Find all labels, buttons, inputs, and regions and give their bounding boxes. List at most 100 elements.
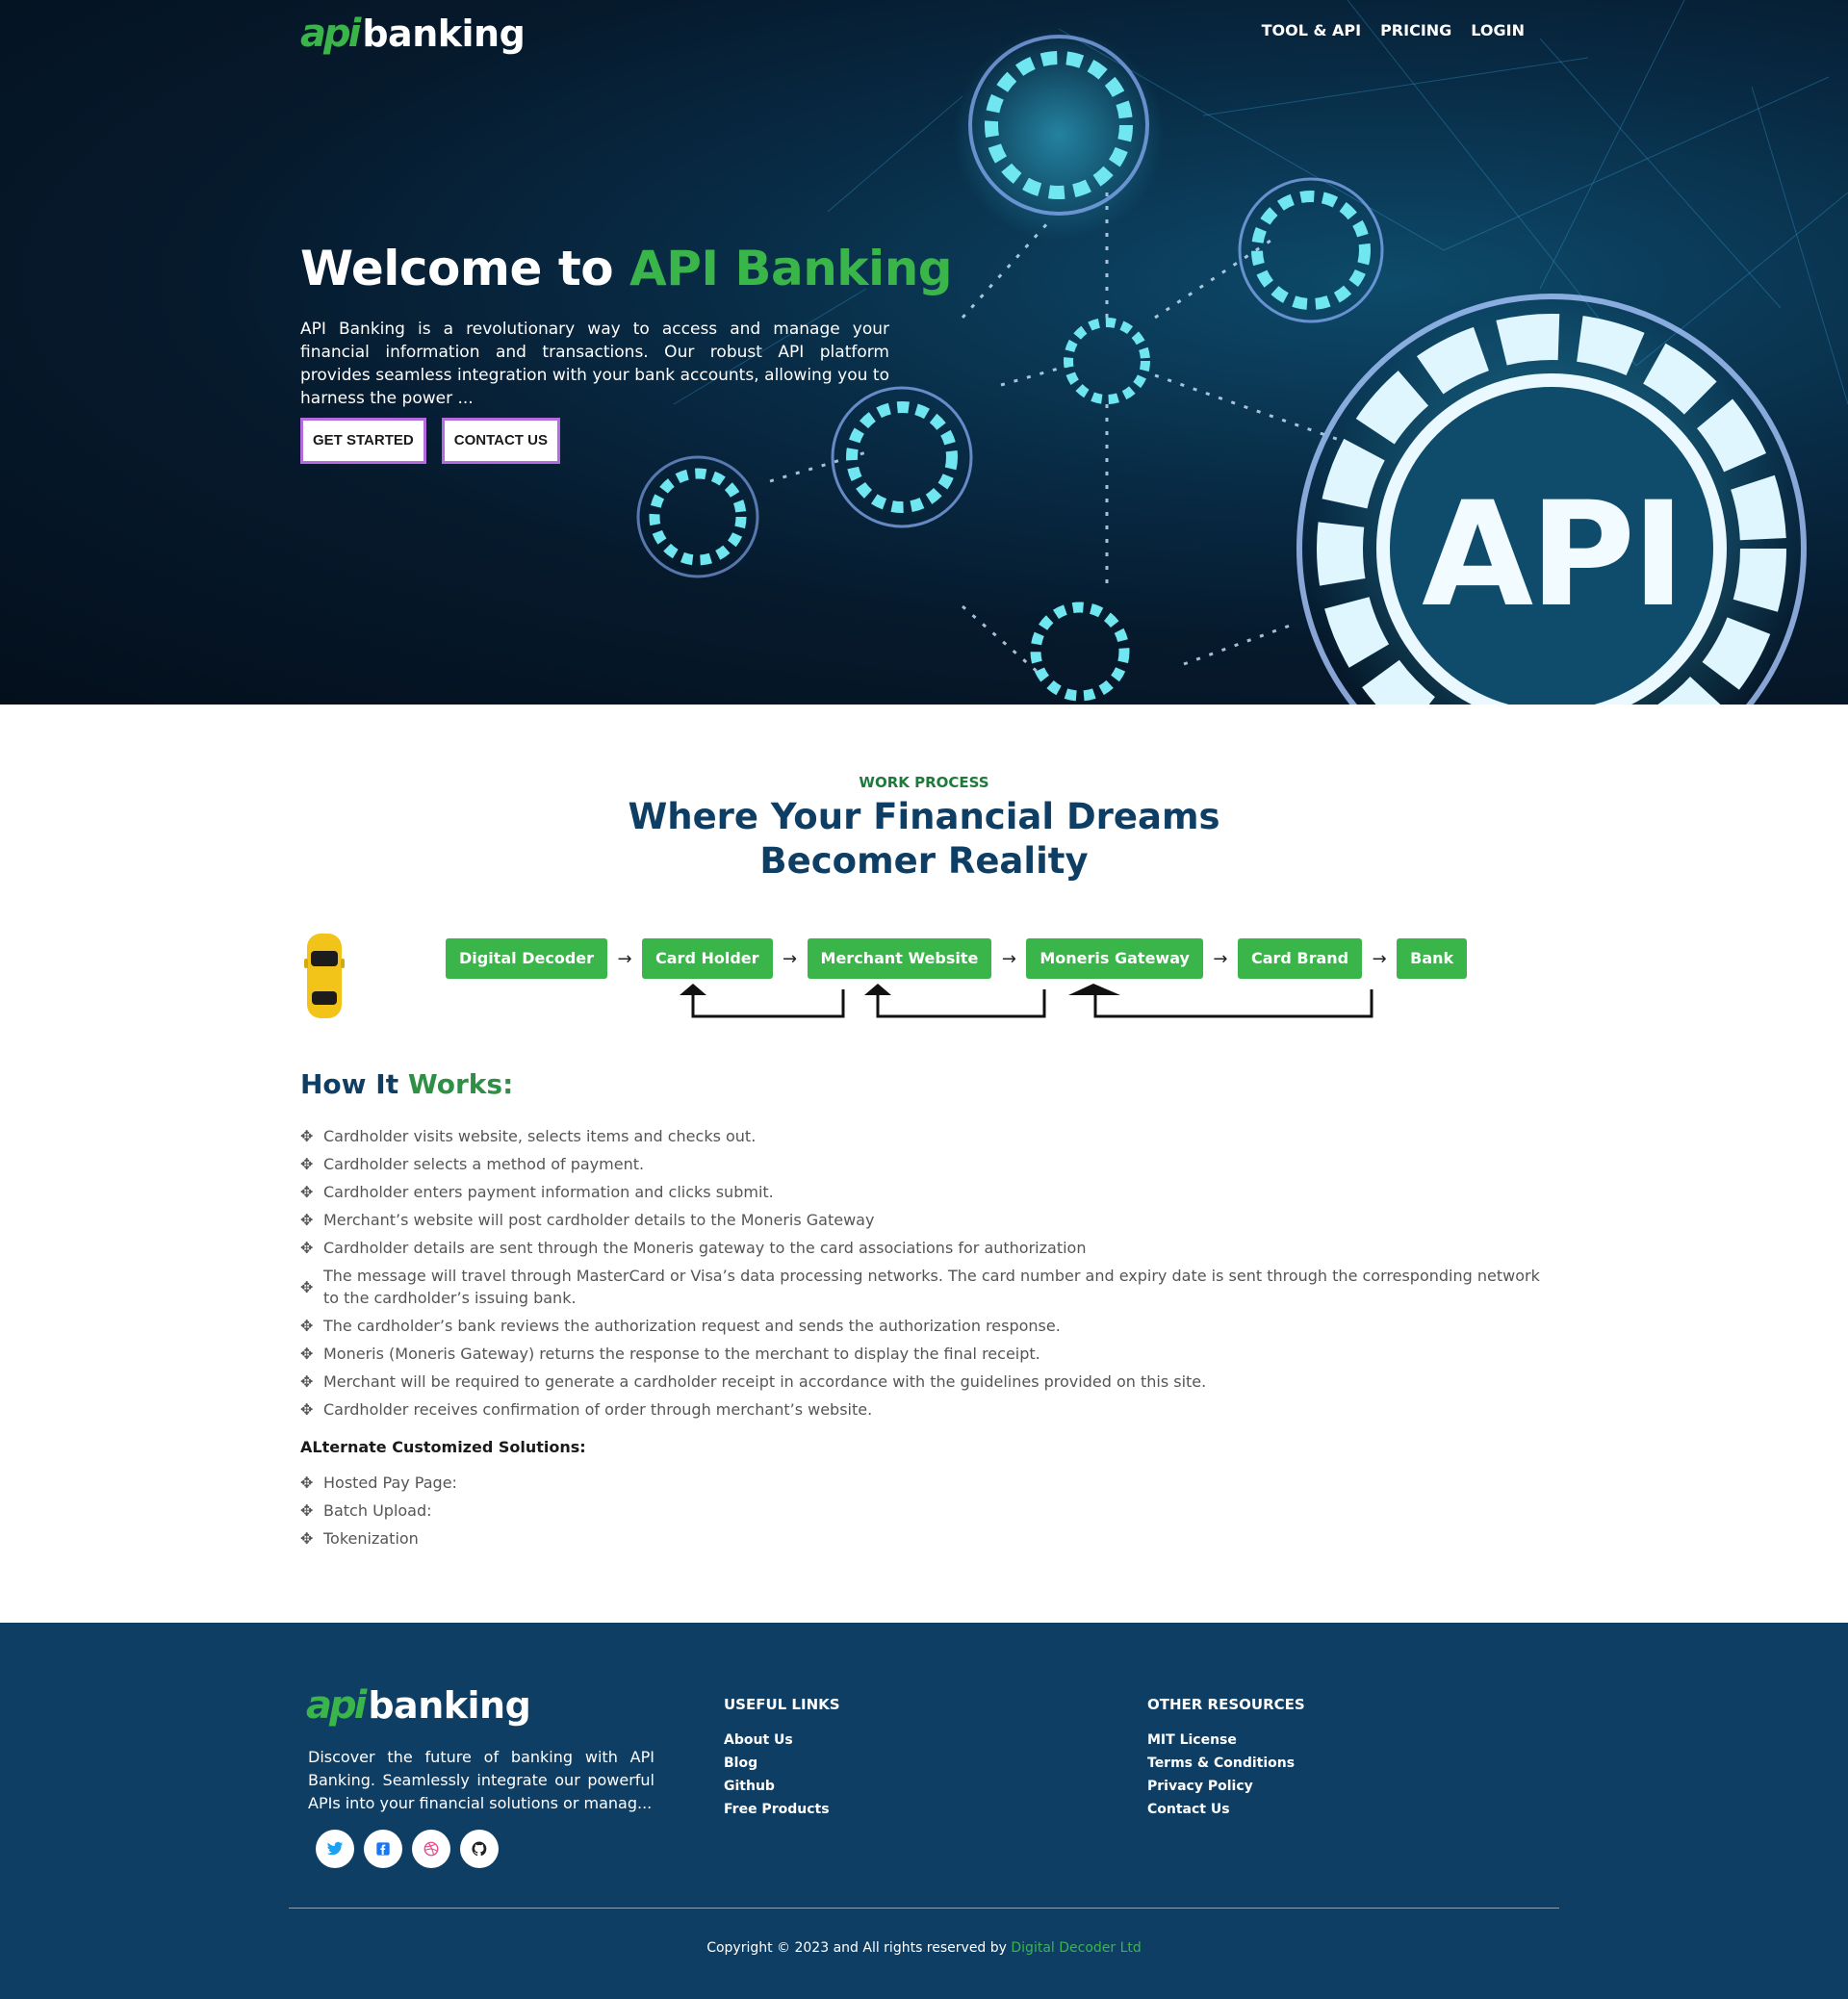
- move-arrows-icon: ✥: [300, 1372, 314, 1391]
- list-item: ✥ Batch Upload:: [300, 1499, 457, 1522]
- twitter-icon: [326, 1841, 344, 1856]
- alternate-solutions-title: ALternate Customized Solutions:: [300, 1438, 586, 1456]
- footer-divider: [289, 1908, 1559, 1909]
- list-item-text: Merchant will be required to generate a …: [323, 1372, 1207, 1391]
- social-links: [316, 1830, 499, 1868]
- list-item: ✥ Cardholder enters payment information a…: [300, 1181, 1542, 1203]
- section-title-line2: Becomer Reality: [759, 840, 1089, 882]
- move-arrows-icon: ✥: [300, 1183, 314, 1201]
- nav-tool-api[interactable]: TOOL & API: [1262, 21, 1361, 39]
- move-arrows-icon: ✥: [300, 1400, 314, 1419]
- flow-step-card-brand: Card Brand: [1237, 938, 1363, 979]
- hero-section: API api banking TOOL & API PRICING LOGIN…: [0, 0, 1848, 705]
- footer-link-terms[interactable]: Terms & Conditions: [1147, 1756, 1305, 1772]
- flow-arrow: →: [782, 948, 798, 969]
- move-arrows-icon: ✥: [300, 1501, 314, 1520]
- facebook-icon: [376, 1842, 390, 1856]
- list-item-text: The cardholder’s bank reviews the author…: [323, 1317, 1061, 1335]
- contact-us-button[interactable]: CONTACT US: [441, 418, 560, 464]
- process-flow: Digital Decoder → Card Holder → Merchant…: [446, 938, 1468, 979]
- copyright-text: Copyright © 2023 and All rights reserved…: [706, 1940, 1012, 1956]
- move-arrows-icon: ✥: [300, 1239, 314, 1257]
- facebook-link[interactable]: [364, 1830, 402, 1868]
- list-item: ✥ The cardholder’s bank reviews the autho…: [300, 1315, 1542, 1337]
- footer-link-contact-us[interactable]: Contact Us: [1147, 1802, 1305, 1818]
- hero-title-accent: API Banking: [629, 241, 953, 296]
- move-arrows-icon: ✥: [300, 1474, 314, 1492]
- section-title-line1: Where Your Financial Dreams: [628, 796, 1220, 837]
- dribbble-icon: [424, 1841, 439, 1857]
- flow-step-digital-decoder: Digital Decoder: [446, 938, 608, 979]
- list-item-text: Merchant’s website will post cardholder …: [323, 1211, 875, 1229]
- flow-step-moneris-gateway: Moneris Gateway: [1026, 938, 1203, 979]
- list-item: ✥ Hosted Pay Page:: [300, 1472, 457, 1494]
- list-item-text: Hosted Pay Page:: [323, 1474, 457, 1492]
- copyright-link[interactable]: Digital Decoder Ltd: [1011, 1940, 1141, 1956]
- github-link[interactable]: [460, 1830, 499, 1868]
- list-item: ✥ Cardholder visits website, selects item…: [300, 1125, 1542, 1147]
- logo-word: banking: [362, 13, 526, 55]
- list-item-text: Cardholder receives confirmation of orde…: [323, 1400, 873, 1419]
- list-item: ✥ Merchant will be required to generate a…: [300, 1371, 1542, 1393]
- move-arrows-icon: ✥: [300, 1277, 314, 1296]
- move-arrows-icon: ✥: [300, 1127, 314, 1145]
- move-arrows-icon: ✥: [300, 1155, 314, 1173]
- section-title: Where Your Financial Dreams Becomer Real…: [0, 795, 1848, 884]
- flow-step-bank: Bank: [1397, 938, 1468, 979]
- flow-arrow: →: [1001, 948, 1016, 969]
- flow-step-card-holder: Card Holder: [642, 938, 773, 979]
- section-eyebrow: WORK PROCESS: [859, 774, 989, 791]
- list-item-text: Tokenization: [323, 1529, 419, 1548]
- hero-network-illustration: API: [636, 0, 1848, 705]
- footer-link-blog[interactable]: Blog: [724, 1756, 840, 1772]
- list-item-text: Cardholder selects a method of payment.: [323, 1155, 645, 1173]
- list-item-text: Cardholder visits website, selects items…: [323, 1127, 757, 1145]
- move-arrows-icon: ✥: [300, 1211, 314, 1229]
- logo-mark: api: [306, 1683, 367, 1728]
- alternate-solutions-list: ✥ Hosted Pay Page: ✥ Batch Upload: ✥ Tokeni…: [300, 1472, 457, 1555]
- flow-arrow: →: [1213, 948, 1228, 969]
- flow-arrow: →: [617, 948, 632, 969]
- move-arrows-icon: ✥: [300, 1529, 314, 1548]
- other-resources-title: OTHER RESOURCES: [1147, 1696, 1305, 1713]
- list-item-text: Batch Upload:: [323, 1501, 432, 1520]
- footer-link-free-products[interactable]: Free Products: [724, 1802, 840, 1818]
- header-logo[interactable]: api banking: [300, 12, 526, 56]
- list-item: ✥ Cardholder selects a method of payment.: [300, 1153, 1542, 1175]
- how-it-works-title: How It Works:: [300, 1068, 513, 1100]
- twitter-link[interactable]: [316, 1830, 354, 1868]
- hero-buttons: GET STARTED CONTACT US: [300, 418, 560, 464]
- list-item-text: Cardholder enters payment information an…: [323, 1183, 774, 1201]
- logo-word: banking: [368, 1684, 531, 1727]
- github-icon: [472, 1841, 487, 1857]
- list-item: ✥ Cardholder details are sent through the…: [300, 1237, 1542, 1259]
- footer-logo[interactable]: api banking: [306, 1683, 531, 1728]
- footer-link-mit-license[interactable]: MIT License: [1147, 1732, 1305, 1749]
- nav-pricing[interactable]: PRICING: [1380, 21, 1451, 39]
- footer-about: Discover the future of banking with API …: [308, 1748, 654, 1812]
- main-nav: TOOL & API PRICING LOGIN: [1262, 21, 1525, 39]
- useful-links-title: USEFUL LINKS: [724, 1696, 840, 1713]
- how-title-accent: Works:: [407, 1068, 514, 1100]
- dribbble-link[interactable]: [412, 1830, 450, 1868]
- get-started-button[interactable]: GET STARTED: [300, 418, 426, 464]
- api-gear-label: API: [1422, 472, 1681, 639]
- how-it-works-list: ✥ Cardholder visits website, selects item…: [300, 1125, 1542, 1426]
- list-item-text: Cardholder details are sent through the …: [323, 1239, 1087, 1257]
- hero-title: Welcome to API Banking: [300, 241, 953, 296]
- list-item: ✥ Moneris (Moneris Gateway) returns the r…: [300, 1343, 1542, 1365]
- move-arrows-icon: ✥: [300, 1317, 314, 1335]
- nav-login[interactable]: LOGIN: [1471, 21, 1525, 39]
- list-item: ✥ Tokenization: [300, 1527, 457, 1550]
- footer-link-about-us[interactable]: About Us: [724, 1732, 840, 1749]
- site-footer: api banking Discover the future of banki…: [0, 1623, 1848, 1999]
- hero-title-prefix: Welcome to: [300, 241, 629, 296]
- hero-description: API Banking is a revolutionary way to ac…: [300, 320, 889, 408]
- move-arrows-icon: ✥: [300, 1345, 314, 1363]
- useful-links-column: USEFUL LINKS About Us Blog Github Free P…: [724, 1696, 840, 1825]
- list-item-text: Moneris (Moneris Gateway) returns the re…: [323, 1345, 1040, 1363]
- footer-link-github[interactable]: Github: [724, 1779, 840, 1795]
- list-item: ✥ Cardholder receives confirmation of ord…: [300, 1398, 1542, 1421]
- footer-link-privacy[interactable]: Privacy Policy: [1147, 1779, 1305, 1795]
- flow-arrow: →: [1372, 948, 1387, 969]
